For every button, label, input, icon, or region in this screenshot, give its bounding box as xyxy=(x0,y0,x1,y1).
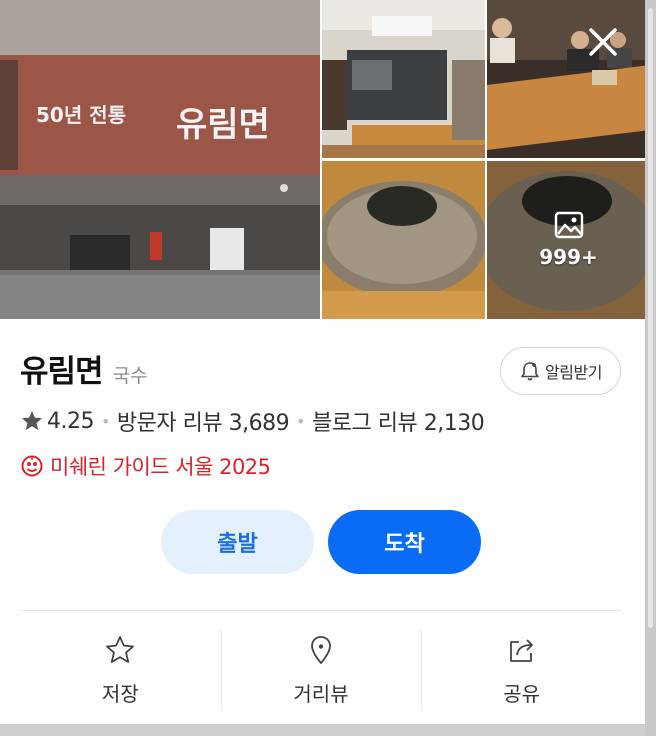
close-icon xyxy=(589,28,617,56)
more-photos-count: 999+ xyxy=(539,245,598,269)
bottom-edge xyxy=(0,724,645,736)
michelin-icon xyxy=(21,455,43,477)
bell-icon xyxy=(521,362,539,381)
separator-dot: • xyxy=(100,411,110,431)
scrollbar[interactable] xyxy=(645,0,656,736)
review-stats: 4.25 • 방문자 리뷰 3,689 • 블로그 리뷰 2,130 xyxy=(20,405,485,437)
alarm-label: 알림받기 xyxy=(545,363,602,382)
blog-reviews-link[interactable]: 블로그 리뷰 2,130 xyxy=(312,405,485,437)
close-button[interactable] xyxy=(583,22,623,62)
depart-button[interactable]: 출발 xyxy=(161,510,314,574)
place-card: 50년 전통 유림면 999+ 유림면 국수 알림받기 4.25 • 방문자 리… xyxy=(0,0,645,724)
sign-tradition: 50년 전통 xyxy=(36,103,126,127)
share-button[interactable]: 공유 xyxy=(421,630,622,710)
arrive-button[interactable]: 도착 xyxy=(328,510,481,574)
street-view-button[interactable]: 거리뷰 xyxy=(220,630,422,710)
visitor-reviews-link[interactable]: 방문자 리뷰 3,689 xyxy=(117,405,290,437)
sign-name: 유림면 xyxy=(176,105,270,145)
share-icon xyxy=(509,639,533,662)
place-name: 유림면 xyxy=(20,354,104,390)
street-view-label: 거리뷰 xyxy=(293,682,349,706)
michelin-badge[interactable]: 미쉐린 가이드 서울 2025 xyxy=(20,451,271,481)
more-photos-overlay[interactable]: 999+ xyxy=(487,161,645,319)
photo-more[interactable]: 999+ xyxy=(487,161,645,319)
action-bar: 저장 거리뷰 공유 xyxy=(20,630,622,710)
photo-interior-kitchen[interactable] xyxy=(322,0,485,158)
photo-soba-noodles[interactable] xyxy=(322,161,485,319)
scrollbar-thumb[interactable] xyxy=(648,8,653,628)
star-icon xyxy=(22,411,42,430)
place-category: 국수 xyxy=(112,365,148,387)
save-label: 저장 xyxy=(101,682,139,706)
title-row: 유림면 국수 xyxy=(20,346,148,391)
share-label: 공유 xyxy=(503,682,541,706)
save-button[interactable]: 저장 xyxy=(20,630,221,710)
rating-value: 4.25 xyxy=(47,408,94,434)
photo-gallery: 50년 전통 유림면 999+ xyxy=(0,0,645,319)
divider xyxy=(20,610,622,611)
star-outline-icon xyxy=(106,636,135,663)
alarm-button[interactable]: 알림받기 xyxy=(500,347,621,395)
separator-dot: • xyxy=(296,411,306,431)
photo-storefront[interactable]: 50년 전통 유림면 xyxy=(0,0,320,319)
location-pin-icon xyxy=(311,636,331,664)
michelin-label: 미쉐린 가이드 서울 2025 xyxy=(50,455,271,479)
gallery-icon xyxy=(554,211,583,239)
